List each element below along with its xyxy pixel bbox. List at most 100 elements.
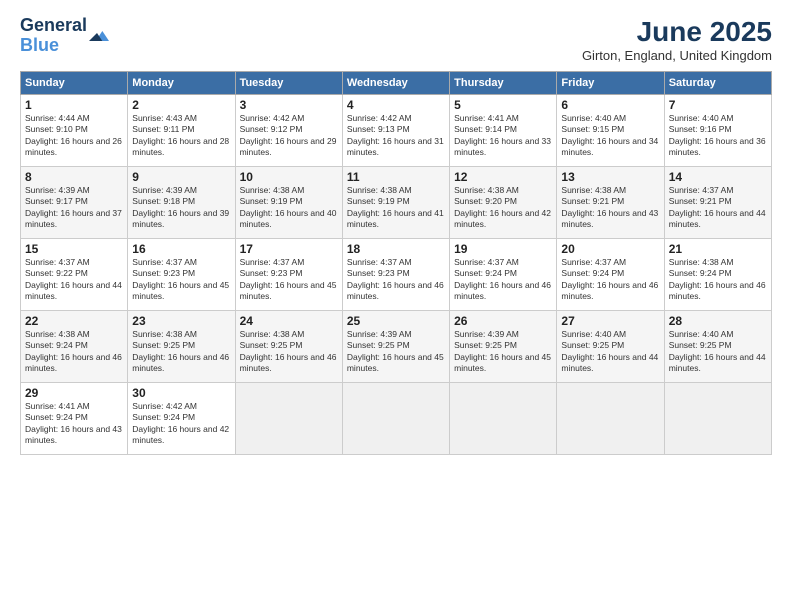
day-number: 26: [454, 314, 552, 328]
calendar-row: 22 Sunrise: 4:38 AMSunset: 9:24 PMDaylig…: [21, 311, 772, 383]
day-number: 18: [347, 242, 445, 256]
day-number: 1: [25, 98, 123, 112]
day-info: Sunrise: 4:39 AMSunset: 9:18 PMDaylight:…: [132, 185, 229, 229]
page-header: GeneralBlue June 2025 Girton, England, U…: [20, 16, 772, 63]
day-number: 29: [25, 386, 123, 400]
day-info: Sunrise: 4:40 AMSunset: 9:16 PMDaylight:…: [669, 113, 766, 157]
day-number: 20: [561, 242, 659, 256]
day-number: 30: [132, 386, 230, 400]
day-info: Sunrise: 4:38 AMSunset: 9:25 PMDaylight:…: [240, 329, 337, 373]
day-number: 22: [25, 314, 123, 328]
calendar-cell: 30 Sunrise: 4:42 AMSunset: 9:24 PMDaylig…: [128, 383, 235, 455]
calendar-row: 29 Sunrise: 4:41 AMSunset: 9:24 PMDaylig…: [21, 383, 772, 455]
calendar-cell: 6 Sunrise: 4:40 AMSunset: 9:15 PMDayligh…: [557, 95, 664, 167]
calendar-cell: 28 Sunrise: 4:40 AMSunset: 9:25 PMDaylig…: [664, 311, 771, 383]
day-info: Sunrise: 4:37 AMSunset: 9:22 PMDaylight:…: [25, 257, 122, 301]
day-info: Sunrise: 4:37 AMSunset: 9:21 PMDaylight:…: [669, 185, 766, 229]
day-info: Sunrise: 4:38 AMSunset: 9:19 PMDaylight:…: [240, 185, 337, 229]
day-info: Sunrise: 4:38 AMSunset: 9:24 PMDaylight:…: [669, 257, 766, 301]
calendar-cell: 2 Sunrise: 4:43 AMSunset: 9:11 PMDayligh…: [128, 95, 235, 167]
day-number: 9: [132, 170, 230, 184]
day-number: 6: [561, 98, 659, 112]
day-info: Sunrise: 4:39 AMSunset: 9:25 PMDaylight:…: [454, 329, 551, 373]
day-info: Sunrise: 4:37 AMSunset: 9:23 PMDaylight:…: [240, 257, 337, 301]
day-number: 19: [454, 242, 552, 256]
col-saturday: Saturday: [664, 72, 771, 95]
calendar-cell: 18 Sunrise: 4:37 AMSunset: 9:23 PMDaylig…: [342, 239, 449, 311]
day-number: 25: [347, 314, 445, 328]
day-info: Sunrise: 4:42 AMSunset: 9:12 PMDaylight:…: [240, 113, 337, 157]
day-number: 13: [561, 170, 659, 184]
day-info: Sunrise: 4:40 AMSunset: 9:25 PMDaylight:…: [561, 329, 658, 373]
day-number: 4: [347, 98, 445, 112]
calendar-cell: 13 Sunrise: 4:38 AMSunset: 9:21 PMDaylig…: [557, 167, 664, 239]
col-monday: Monday: [128, 72, 235, 95]
day-info: Sunrise: 4:44 AMSunset: 9:10 PMDaylight:…: [25, 113, 122, 157]
day-info: Sunrise: 4:38 AMSunset: 9:21 PMDaylight:…: [561, 185, 658, 229]
calendar-cell: 29 Sunrise: 4:41 AMSunset: 9:24 PMDaylig…: [21, 383, 128, 455]
calendar-cell: 19 Sunrise: 4:37 AMSunset: 9:24 PMDaylig…: [450, 239, 557, 311]
calendar-cell: 12 Sunrise: 4:38 AMSunset: 9:20 PMDaylig…: [450, 167, 557, 239]
day-number: 12: [454, 170, 552, 184]
day-info: Sunrise: 4:40 AMSunset: 9:25 PMDaylight:…: [669, 329, 766, 373]
calendar-cell: [235, 383, 342, 455]
col-thursday: Thursday: [450, 72, 557, 95]
calendar-cell: 1 Sunrise: 4:44 AMSunset: 9:10 PMDayligh…: [21, 95, 128, 167]
day-number: 23: [132, 314, 230, 328]
day-info: Sunrise: 4:37 AMSunset: 9:23 PMDaylight:…: [132, 257, 229, 301]
calendar-cell: 9 Sunrise: 4:39 AMSunset: 9:18 PMDayligh…: [128, 167, 235, 239]
calendar-cell: 4 Sunrise: 4:42 AMSunset: 9:13 PMDayligh…: [342, 95, 449, 167]
calendar-cell: [342, 383, 449, 455]
day-number: 2: [132, 98, 230, 112]
calendar-cell: 10 Sunrise: 4:38 AMSunset: 9:19 PMDaylig…: [235, 167, 342, 239]
day-number: 5: [454, 98, 552, 112]
logo-icon: [89, 26, 109, 46]
header-row: Sunday Monday Tuesday Wednesday Thursday…: [21, 72, 772, 95]
day-number: 10: [240, 170, 338, 184]
day-info: Sunrise: 4:42 AMSunset: 9:13 PMDaylight:…: [347, 113, 444, 157]
day-number: 7: [669, 98, 767, 112]
day-number: 21: [669, 242, 767, 256]
calendar-cell: 8 Sunrise: 4:39 AMSunset: 9:17 PMDayligh…: [21, 167, 128, 239]
calendar-row: 1 Sunrise: 4:44 AMSunset: 9:10 PMDayligh…: [21, 95, 772, 167]
day-info: Sunrise: 4:37 AMSunset: 9:23 PMDaylight:…: [347, 257, 444, 301]
calendar-cell: [557, 383, 664, 455]
calendar-cell: 3 Sunrise: 4:42 AMSunset: 9:12 PMDayligh…: [235, 95, 342, 167]
day-info: Sunrise: 4:38 AMSunset: 9:24 PMDaylight:…: [25, 329, 122, 373]
calendar-row: 15 Sunrise: 4:37 AMSunset: 9:22 PMDaylig…: [21, 239, 772, 311]
calendar-cell: [664, 383, 771, 455]
calendar-cell: 11 Sunrise: 4:38 AMSunset: 9:19 PMDaylig…: [342, 167, 449, 239]
day-number: 28: [669, 314, 767, 328]
calendar-row: 8 Sunrise: 4:39 AMSunset: 9:17 PMDayligh…: [21, 167, 772, 239]
calendar-cell: 23 Sunrise: 4:38 AMSunset: 9:25 PMDaylig…: [128, 311, 235, 383]
logo: GeneralBlue: [20, 16, 109, 56]
col-wednesday: Wednesday: [342, 72, 449, 95]
day-info: Sunrise: 4:39 AMSunset: 9:25 PMDaylight:…: [347, 329, 444, 373]
day-number: 17: [240, 242, 338, 256]
day-info: Sunrise: 4:41 AMSunset: 9:24 PMDaylight:…: [25, 401, 122, 445]
day-number: 15: [25, 242, 123, 256]
day-number: 8: [25, 170, 123, 184]
calendar-cell: 20 Sunrise: 4:37 AMSunset: 9:24 PMDaylig…: [557, 239, 664, 311]
day-info: Sunrise: 4:39 AMSunset: 9:17 PMDaylight:…: [25, 185, 122, 229]
calendar-cell: 14 Sunrise: 4:37 AMSunset: 9:21 PMDaylig…: [664, 167, 771, 239]
day-number: 16: [132, 242, 230, 256]
calendar-cell: 17 Sunrise: 4:37 AMSunset: 9:23 PMDaylig…: [235, 239, 342, 311]
day-number: 24: [240, 314, 338, 328]
col-sunday: Sunday: [21, 72, 128, 95]
month-title: June 2025: [582, 16, 772, 48]
calendar-cell: 15 Sunrise: 4:37 AMSunset: 9:22 PMDaylig…: [21, 239, 128, 311]
location: Girton, England, United Kingdom: [582, 48, 772, 63]
calendar-cell: 21 Sunrise: 4:38 AMSunset: 9:24 PMDaylig…: [664, 239, 771, 311]
calendar-cell: 27 Sunrise: 4:40 AMSunset: 9:25 PMDaylig…: [557, 311, 664, 383]
day-number: 14: [669, 170, 767, 184]
day-number: 11: [347, 170, 445, 184]
day-info: Sunrise: 4:43 AMSunset: 9:11 PMDaylight:…: [132, 113, 229, 157]
logo-text: GeneralBlue: [20, 16, 87, 56]
day-info: Sunrise: 4:40 AMSunset: 9:15 PMDaylight:…: [561, 113, 658, 157]
calendar-cell: 25 Sunrise: 4:39 AMSunset: 9:25 PMDaylig…: [342, 311, 449, 383]
day-number: 3: [240, 98, 338, 112]
day-info: Sunrise: 4:37 AMSunset: 9:24 PMDaylight:…: [561, 257, 658, 301]
day-info: Sunrise: 4:38 AMSunset: 9:20 PMDaylight:…: [454, 185, 551, 229]
day-info: Sunrise: 4:38 AMSunset: 9:19 PMDaylight:…: [347, 185, 444, 229]
